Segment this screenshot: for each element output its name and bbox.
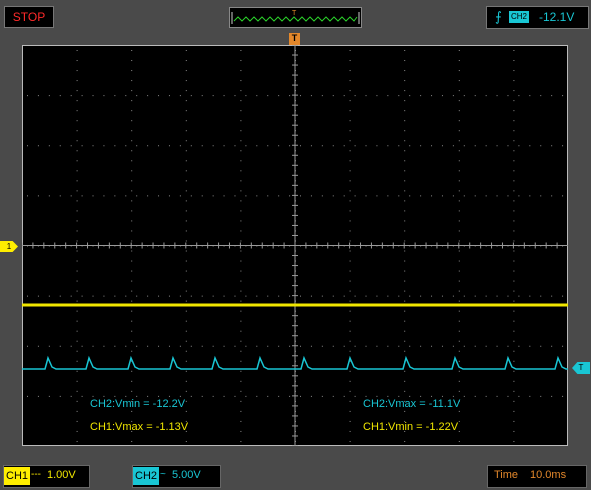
timebase-overview[interactable]: T — [229, 7, 362, 28]
ch2-label: CH2 — [133, 467, 160, 485]
overview-trigger-marker: T — [292, 10, 297, 17]
ch1-scale: 1.00V — [47, 469, 76, 481]
trigger-level: -12.1V — [539, 10, 575, 24]
ch2-scale-box[interactable]: CH2 ~ 5.00V — [132, 465, 221, 488]
rising-edge-icon: ⨍ — [495, 9, 502, 24]
ch1-scale-box[interactable]: CH1 --- 1.00V — [3, 465, 90, 488]
ch1-vmin-readout: CH1:Vmin = -1.22V — [363, 421, 459, 433]
top-status-bar: STOP T ⨍ CH2 -12.1V — [0, 0, 591, 34]
trigger-source: CH2 — [509, 11, 530, 23]
ch1-vmax-readout: CH1:Vmax = -1.13V — [90, 421, 189, 433]
time-label: Time — [494, 469, 519, 481]
ac-coupling-icon: ~ — [160, 469, 166, 480]
time-scale: 10.0ms — [530, 469, 567, 481]
run-stop-indicator[interactable]: STOP — [4, 6, 54, 28]
graticule — [21, 44, 568, 447]
timebase-box[interactable]: Time 10.0ms — [487, 465, 587, 488]
dc-coupling-icon: --- — [31, 469, 41, 480]
ch2-vmin-readout: CH2:Vmin = -12.2V — [90, 398, 186, 410]
ch2-scale: 5.00V — [172, 469, 201, 481]
waveform-display[interactable] — [21, 44, 568, 447]
trigger-status[interactable]: ⨍ CH2 -12.1V — [486, 6, 589, 29]
waveform-overview-icon: T — [231, 10, 360, 24]
ch1-label: CH1 — [4, 467, 31, 485]
trigger-position-marker[interactable]: T — [289, 33, 300, 45]
ch2-vmax-readout: CH2:Vmax = -11.1V — [363, 398, 461, 410]
